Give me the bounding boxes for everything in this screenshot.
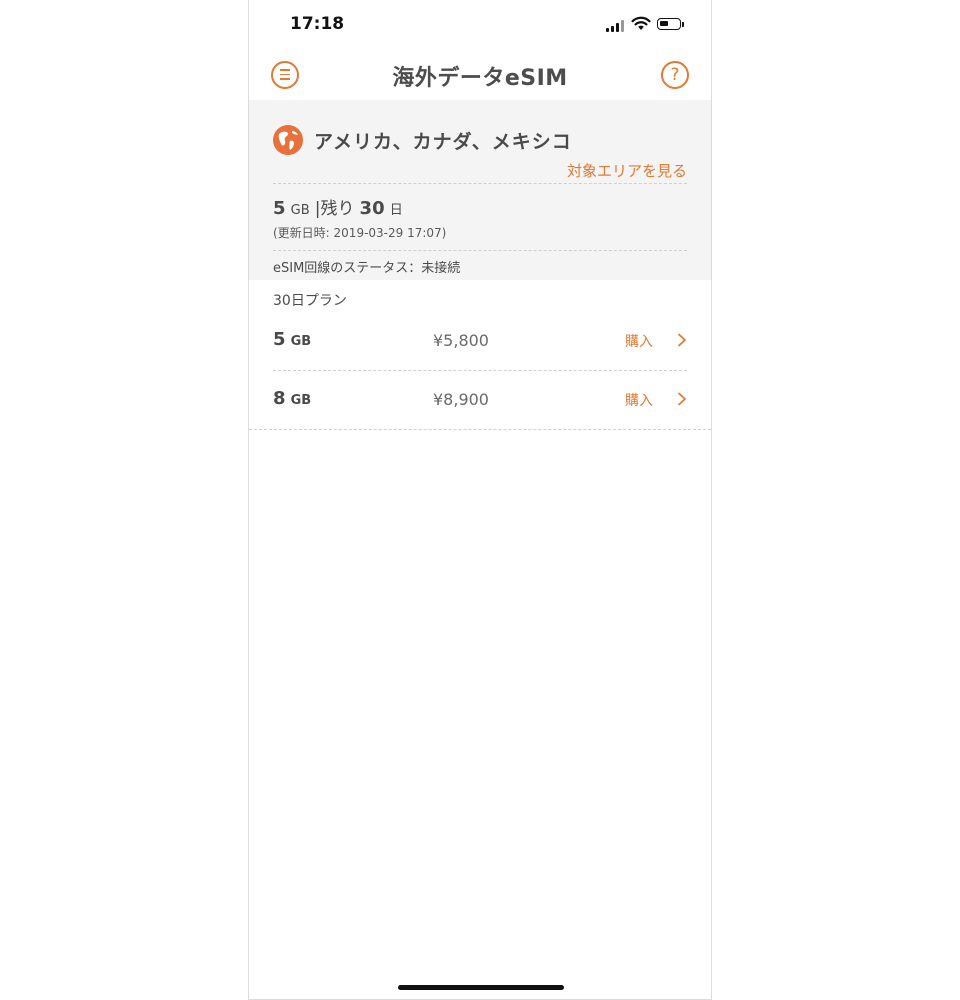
buy-button[interactable]: 購入 — [625, 331, 653, 351]
status-time: 17:18 — [290, 14, 345, 34]
cellular-signal-icon — [606, 20, 626, 32]
remaining-label: 残り — [320, 199, 355, 219]
battery-icon — [657, 18, 681, 30]
plan-price: ¥8,900 — [433, 390, 489, 409]
divider — [273, 183, 687, 184]
status-bar: 17:18 — [249, 0, 711, 50]
usage-amount: 5 — [273, 198, 286, 219]
usage-summary: 5 GB |残り 30 日 — [273, 194, 403, 219]
remaining-days-unit: 日 — [389, 203, 403, 218]
plans-section-title: 30日プラン — [273, 293, 347, 309]
globe-icon — [273, 125, 303, 155]
nav-bar: 海外データeSIM ? — [249, 50, 711, 100]
plan-data-amount: 8 GB — [273, 388, 312, 409]
divider — [249, 429, 711, 430]
phone-screen: 17:18 海外データeSIM ? アメリカ、カナダ、メキシコ 対象エリアを見る… — [248, 0, 712, 1000]
page-title: 海外データeSIM — [392, 66, 568, 91]
battery-tip — [682, 22, 684, 27]
wifi-icon — [631, 16, 651, 30]
plan-price: ¥5,800 — [433, 331, 489, 350]
view-coverage-area-link[interactable]: 対象エリアを見る — [567, 160, 687, 181]
usage-unit: GB — [290, 203, 310, 218]
plan-row[interactable]: 5 GB ¥5,800 購入 — [273, 311, 687, 369]
buy-button[interactable]: 購入 — [625, 390, 653, 410]
help-icon: ? — [670, 65, 680, 85]
chevron-right-icon[interactable] — [677, 392, 687, 406]
plan-row[interactable]: 8 GB ¥8,900 購入 — [273, 370, 687, 428]
plan-data-amount: 5 GB — [273, 329, 312, 350]
plan-summary-card: アメリカ、カナダ、メキシコ 対象エリアを見る 5 GB |残り 30 日 (更新… — [249, 100, 711, 280]
last-updated: (更新日時: 2019-03-29 17:07) — [273, 226, 447, 240]
remaining-days: 30 — [359, 198, 385, 219]
divider — [273, 250, 687, 251]
region-name: アメリカ、カナダ、メキシコ — [314, 131, 572, 153]
chevron-right-icon[interactable] — [677, 333, 687, 347]
help-button[interactable]: ? — [661, 61, 689, 89]
home-indicator[interactable] — [398, 985, 564, 990]
esim-line-status: eSIM回線のステータス：未接続 — [273, 261, 461, 276]
